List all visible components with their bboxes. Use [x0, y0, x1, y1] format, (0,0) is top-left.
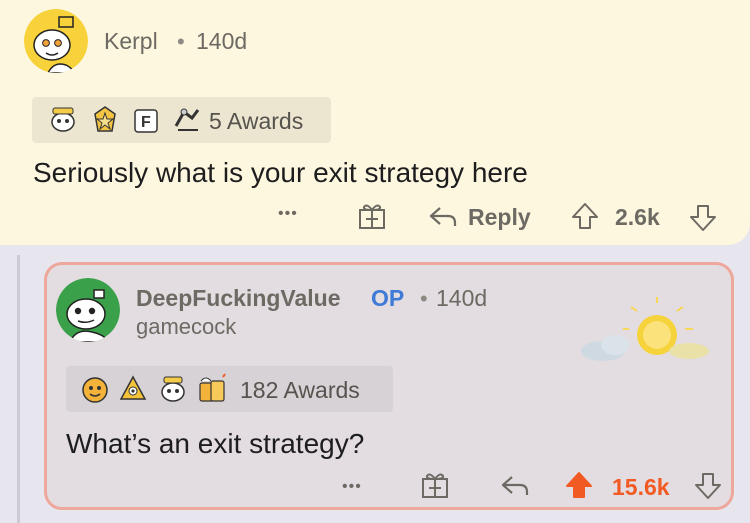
award-icon [118, 373, 148, 405]
reply-card: DeepFuckingValue OP • 140d gamecock 182 … [44, 262, 734, 510]
awards-count: 182 Awards [240, 377, 360, 403]
meta-separator: • [177, 29, 185, 54]
award-icon [172, 104, 202, 136]
reply-arrow-icon[interactable] [500, 474, 530, 498]
award-icon [48, 104, 78, 136]
reply-button[interactable]: Reply [428, 203, 538, 233]
score: 2.6k [615, 204, 660, 230]
reply-age: 140d [436, 285, 488, 311]
score: 15.6k [612, 474, 670, 500]
comment-card: Kerpl • 140d F 5 Awards Seriously what i… [0, 0, 750, 245]
gift-icon[interactable] [357, 201, 387, 231]
comment-username[interactable]: Kerpl [104, 28, 158, 55]
comment-body: Seriously what is your exit strategy her… [33, 157, 528, 188]
more-options-icon[interactable]: ••• [278, 205, 298, 223]
awards-bar[interactable]: F 5 Awards [32, 97, 331, 143]
reply-label: Reply [468, 204, 531, 230]
reply-username[interactable]: DeepFuckingValue [136, 285, 341, 312]
award-icon [197, 373, 227, 405]
thread-line[interactable] [17, 255, 20, 523]
comment-age: 140d [196, 28, 248, 54]
award-icon [90, 104, 120, 136]
snoo-avatar-icon[interactable] [24, 9, 88, 73]
snoo-avatar-icon[interactable] [56, 278, 120, 342]
op-badge: OP [371, 285, 405, 311]
reply-body: What’s an exit strategy? [66, 428, 365, 459]
award-icon [80, 373, 110, 405]
user-flair: gamecock [136, 314, 237, 339]
awards-bar[interactable]: 182 Awards [66, 366, 393, 412]
award-icon [158, 373, 188, 405]
upvote-arrow-icon[interactable] [564, 470, 594, 500]
upvote-arrow-icon[interactable] [570, 201, 600, 231]
reply-arrow-icon [428, 205, 458, 229]
more-options-icon[interactable]: ••• [342, 478, 362, 496]
downvote-arrow-icon[interactable] [688, 203, 718, 233]
weather-sun-cloud-image [577, 295, 717, 370]
downvote-arrow-icon[interactable] [693, 471, 723, 501]
gift-icon[interactable] [420, 470, 450, 500]
meta-separator: • [420, 286, 428, 311]
award-icon: F [132, 104, 162, 136]
awards-count: 5 Awards [209, 108, 304, 134]
svg-text:F: F [141, 114, 151, 131]
